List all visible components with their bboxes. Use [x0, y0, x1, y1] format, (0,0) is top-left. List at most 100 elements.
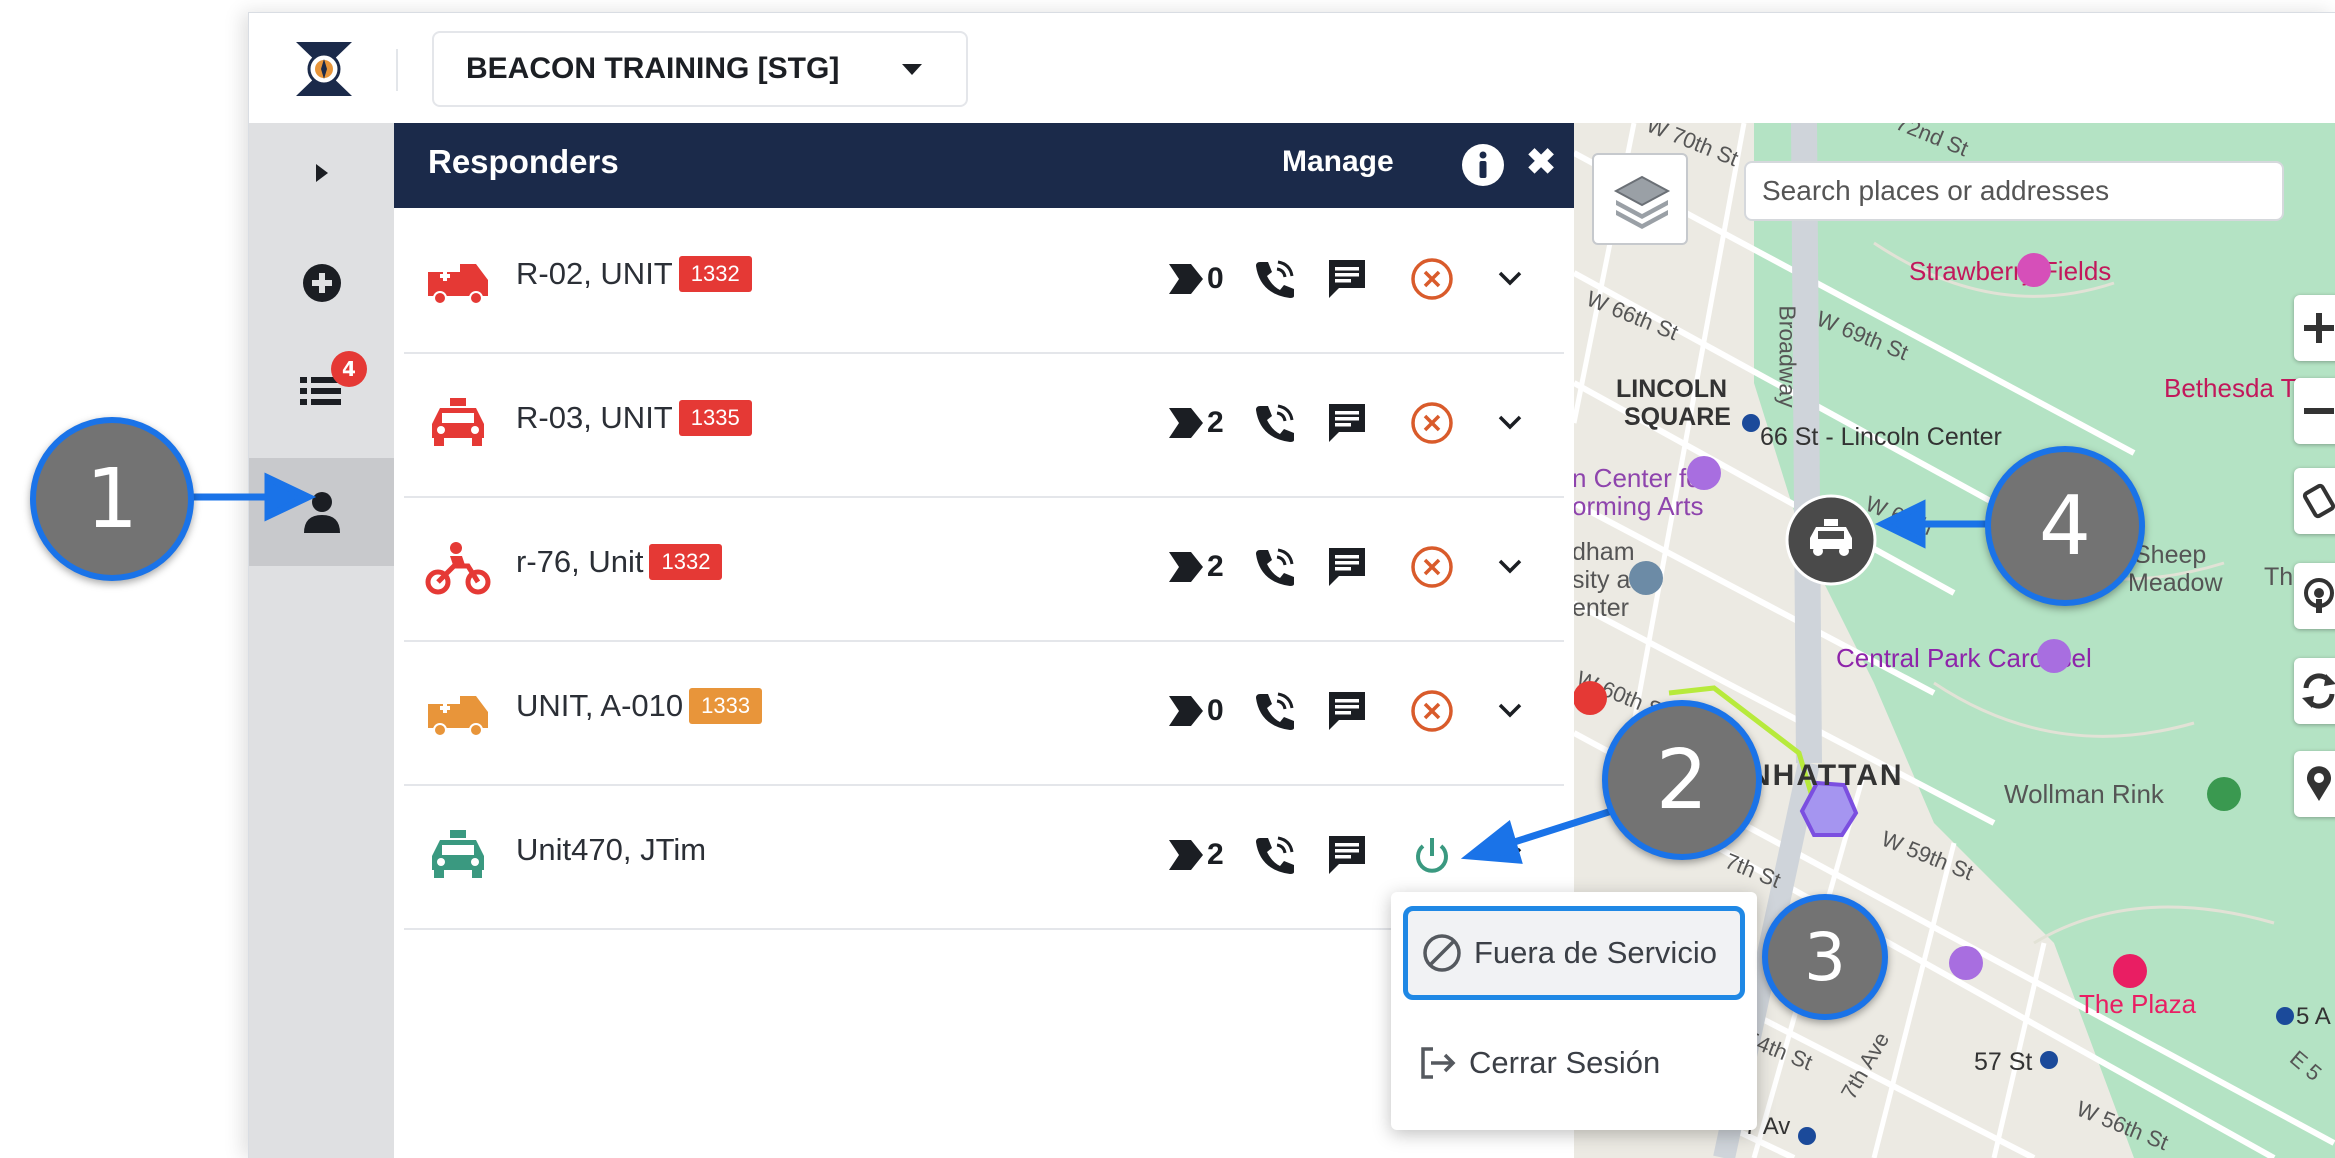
organization-select-value: BEACON TRAINING [STG]	[466, 52, 840, 85]
message-icon[interactable]	[1325, 832, 1369, 876]
close-panel-button[interactable]: ✖	[1526, 141, 1556, 183]
responder-row[interactable]: R-03, UNIT 1335 2	[404, 352, 1564, 498]
assignment-count: 2	[1169, 550, 1224, 584]
message-icon[interactable]	[1325, 544, 1369, 588]
left-rail: 4	[249, 123, 394, 1158]
phone-call-icon[interactable]	[1252, 832, 1296, 876]
chevron-down-icon[interactable]	[1494, 406, 1526, 438]
top-bar: BEACON TRAINING [STG]	[249, 13, 2335, 123]
chevron-down-icon[interactable]	[1494, 694, 1526, 726]
rail-responders-button[interactable]	[249, 458, 394, 566]
message-icon[interactable]	[1325, 256, 1369, 300]
assignment-count-value: 0	[1207, 694, 1224, 727]
message-icon[interactable]	[1325, 400, 1369, 444]
zoom-in-button[interactable]	[2294, 295, 2335, 361]
out-of-service-icon[interactable]	[1409, 256, 1455, 302]
out-of-service-icon[interactable]	[1409, 688, 1455, 734]
callout-4: 4	[1985, 446, 2145, 606]
assignment-count-value: 2	[1207, 406, 1224, 439]
responder-row[interactable]: R-02, UNIT 1332 0	[404, 208, 1564, 354]
locate-button[interactable]	[2294, 751, 2335, 817]
callout-3: 3	[1762, 894, 1888, 1020]
callout-1: 1	[30, 417, 194, 581]
phone-call-icon[interactable]	[1252, 544, 1296, 588]
assignment-count: 0	[1169, 694, 1224, 728]
panel-title: Responders	[428, 143, 619, 180]
unit-code-badge: 1332	[678, 255, 752, 292]
responder-name: r-76, Unit	[516, 544, 644, 579]
phone-call-icon[interactable]	[1252, 256, 1296, 300]
assignment-count: 2	[1169, 406, 1224, 440]
assignment-count: 2	[1169, 838, 1224, 872]
broadcast-button[interactable]	[2294, 563, 2335, 629]
rotate-map-button[interactable]	[2294, 468, 2335, 534]
out-of-service-icon[interactable]	[1409, 400, 1455, 446]
caret-down-icon	[902, 64, 922, 75]
manage-button[interactable]: Manage	[1282, 145, 1394, 179]
assignment-count-value: 2	[1207, 838, 1224, 871]
responder-row[interactable]: r-76, Unit 1332 2	[404, 496, 1564, 642]
callout-2: 2	[1602, 700, 1762, 860]
assignment-count: 0	[1169, 262, 1224, 296]
plus-circle-icon	[302, 264, 341, 302]
info-icon[interactable]	[1461, 143, 1505, 187]
responders-panel-header: Responders Manage ✖	[394, 123, 1574, 208]
minus-icon	[2304, 408, 2334, 414]
phone-call-icon[interactable]	[1252, 400, 1296, 444]
ambulance-icon	[428, 696, 488, 737]
chevron-tag-icon	[1169, 552, 1203, 582]
chevron-down-icon[interactable]	[1494, 838, 1526, 870]
status-option-logout[interactable]: Cerrar Sesión	[1403, 1016, 1745, 1110]
responder-name-cell: UNIT, A-010 1333	[516, 687, 763, 726]
plus-icon	[2304, 313, 2334, 343]
status-option-label: Fuera de Servicio	[1474, 935, 1717, 970]
assignment-count-value: 2	[1207, 550, 1224, 583]
taxi-icon	[432, 398, 484, 446]
responder-map-marker[interactable]	[1784, 493, 1878, 587]
responder-name-cell: R-02, UNIT 1332	[516, 255, 752, 294]
organization-select[interactable]: BEACON TRAINING [STG]	[432, 31, 968, 107]
topbar-divider	[396, 49, 398, 91]
taxi-icon	[432, 830, 484, 878]
expand-rail-button[interactable]	[249, 123, 394, 223]
responder-row[interactable]: UNIT, A-010 1333 0	[404, 640, 1564, 786]
message-icon[interactable]	[1325, 688, 1369, 732]
out-of-service-icon[interactable]	[1409, 544, 1455, 590]
chevron-tag-icon	[1169, 696, 1203, 726]
responder-name-cell: Unit470, JTim	[516, 832, 706, 868]
unit-code-badge: 1333	[689, 687, 763, 724]
chevron-down-icon[interactable]	[1494, 262, 1526, 294]
responder-name: Unit470, JTim	[516, 832, 707, 867]
zoom-out-button[interactable]	[2294, 378, 2335, 444]
responder-name-cell: r-76, Unit 1332	[516, 543, 723, 582]
status-option-out-of-service[interactable]: Fuera de Servicio	[1403, 906, 1745, 1000]
rotate-icon	[2302, 483, 2335, 519]
map-pin-icon	[2307, 766, 2331, 801]
status-option-label: Cerrar Sesión	[1469, 1045, 1661, 1080]
motorcycle-icon	[425, 542, 491, 595]
podcast-icon	[2304, 578, 2334, 613]
rail-add-button[interactable]	[249, 233, 394, 333]
rail-incidents-button[interactable]: 4	[249, 343, 394, 443]
user-icon	[303, 492, 340, 533]
responder-row[interactable]: Unit470, JTim 2	[404, 784, 1564, 930]
responder-name: UNIT, A-010	[516, 688, 684, 723]
refresh-map-button[interactable]	[2294, 658, 2335, 724]
responder-name-cell: R-03, UNIT 1335	[516, 399, 752, 438]
beacon-logo-icon[interactable]	[294, 40, 354, 98]
assignment-count-value: 0	[1207, 262, 1224, 295]
chevron-tag-icon	[1169, 408, 1203, 438]
logout-icon	[1421, 1047, 1456, 1079]
chevron-tag-icon	[1169, 264, 1203, 294]
refresh-icon	[2302, 673, 2335, 709]
chevron-tag-icon	[1169, 840, 1203, 870]
ambulance-icon	[428, 264, 488, 305]
phone-call-icon[interactable]	[1252, 688, 1296, 732]
caret-right-icon	[315, 164, 328, 182]
no-entry-icon	[1423, 934, 1461, 972]
incident-count-badge: 4	[331, 351, 367, 387]
chevron-down-icon[interactable]	[1494, 550, 1526, 582]
responder-name: R-03, UNIT	[516, 400, 673, 435]
power-icon[interactable]	[1409, 832, 1455, 878]
unit-code-badge: 1335	[678, 399, 752, 436]
